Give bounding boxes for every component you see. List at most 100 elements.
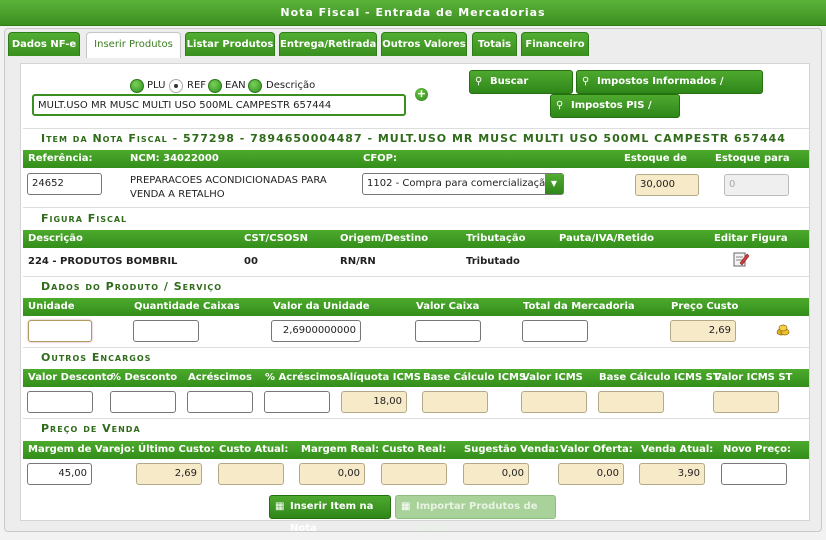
figura-tributacao: Tributado — [466, 256, 520, 267]
total-mercadoria-input[interactable] — [522, 320, 588, 342]
estoque-de-header: Estoque de — [624, 153, 687, 164]
descricao-header: Descrição — [28, 233, 83, 244]
tab-inserir-produtos[interactable]: Inserir Produtos — [86, 32, 181, 58]
valor-desconto-input[interactable] — [27, 391, 93, 413]
add-icon[interactable]: + — [415, 88, 428, 101]
edit-icon[interactable] — [732, 250, 750, 268]
acrescimos-input[interactable] — [187, 391, 253, 413]
ultimo-custo-input: 2,69 — [136, 463, 202, 485]
tab-outros-valores[interactable]: Outros Valores — [381, 32, 467, 56]
produto-header: Unidade Quantidade Caixas Valor da Unida… — [23, 298, 809, 316]
search-input[interactable]: MULT.USO MR MUSC MULTI USO 500ML CAMPEST… — [32, 94, 406, 116]
tab-entrega-retirada[interactable]: Entrega/Retirada — [279, 32, 377, 56]
novo-preco-header: Novo Preço: — [723, 444, 791, 455]
perc-desconto-header: % Desconto — [111, 372, 178, 383]
pauta-header: Pauta/IVA/Retido — [559, 233, 654, 244]
estoque-de-input: 30,000 — [635, 174, 699, 196]
cfop-header: CFOP: — [363, 153, 397, 164]
radio-ref[interactable] — [169, 79, 183, 93]
base-icms-st-input — [598, 391, 664, 413]
chevron-down-icon: ▼ — [545, 174, 563, 194]
valor-unidade-input[interactable]: 2,6900000000 — [271, 320, 361, 342]
valor-caixa-input[interactable] — [415, 320, 481, 342]
encargos-header: Valor Desconto % Desconto Acréscimos % A… — [23, 369, 809, 387]
base-icms-header: Base Cálculo ICMS — [423, 372, 527, 383]
radio-plu[interactable] — [130, 79, 144, 93]
perc-acrescimos-input[interactable] — [264, 391, 330, 413]
valor-icms-header: Valor ICMS — [522, 372, 583, 383]
ncm-header: NCM: 34022000 — [130, 153, 219, 164]
impostos-button[interactable]: ⚲Impostos Informados / Calculados — [576, 70, 763, 109]
radio-ean[interactable] — [208, 79, 222, 93]
radio-ean-label: EAN — [225, 80, 246, 91]
base-icms-input — [422, 391, 488, 413]
buscar-produto-label: Buscar Produto — [490, 76, 536, 109]
tab-totais[interactable]: Totais — [472, 32, 517, 56]
qtd-caixas-header: Quantidade Caixas — [134, 301, 240, 312]
custo-atual-input — [218, 463, 284, 485]
valor-icms-st-header: Valor ICMS ST — [714, 372, 793, 383]
aliquota-icms-input: 18,00 — [341, 391, 407, 413]
margem-varejo-input[interactable]: 45,00 — [27, 463, 92, 485]
preco-header: Margem de Varejo: Último Custo: Custo At… — [23, 441, 809, 459]
origem-header: Origem/Destino — [340, 233, 429, 244]
custo-real-header: Custo Real: — [382, 444, 447, 455]
radio-plu-label: PLU — [147, 80, 166, 91]
ultimo-custo-header: Último Custo: — [138, 444, 215, 455]
perc-acrescimos-header: % Acréscimos — [265, 372, 343, 383]
valor-oferta-header: Valor Oferta: — [560, 444, 633, 455]
venda-atual-header: Venda Atual: — [641, 444, 714, 455]
content-panel: PLU REF EAN Descrição MULT.USO MR MUSC M… — [20, 63, 810, 534]
coins-icon[interactable] — [776, 324, 790, 336]
valor-desconto-header: Valor Desconto — [28, 372, 114, 383]
aliquota-icms-header: Alíquota ICMS — [342, 372, 421, 383]
search-icon: ⚲ — [475, 76, 483, 87]
preco-section-title: Preço de Venda — [23, 418, 809, 438]
valor-icms-input — [521, 391, 587, 413]
tab-listar-produtos[interactable]: Listar Produtos — [185, 32, 275, 56]
preco-custo-input: 2,69 — [670, 320, 736, 342]
estoque-para-input: 0 — [724, 174, 789, 196]
figura-cst: 00 — [244, 256, 258, 267]
buscar-produto-button[interactable]: ⚲ Buscar Produto — [469, 70, 573, 109]
tab-financeiro[interactable]: Financeiro — [521, 32, 589, 56]
editar-figura-header: Editar Figura — [714, 233, 788, 244]
venda-atual-input: 3,90 — [639, 463, 705, 485]
encargos-section-title: Outros Encargos — [23, 347, 809, 367]
pis-cofins-button[interactable]: ⚲Impostos PIS / Cofins — [550, 94, 680, 133]
preco-custo-header: Preço Custo — [671, 301, 739, 312]
tab-dados-nfe[interactable]: Dados NF-e — [8, 32, 80, 56]
acrescimos-header: Acréscimos — [188, 372, 252, 383]
perc-desconto-input[interactable] — [110, 391, 176, 413]
sugestao-venda-header: Sugestão Venda: — [464, 444, 560, 455]
valor-icms-st-input — [713, 391, 779, 413]
margem-varejo-header: Margem de Varejo: — [28, 444, 135, 455]
save-icon: ▦ — [401, 501, 411, 512]
inserir-item-button[interactable]: ▦ Inserir Item na Nota — [269, 495, 391, 534]
qtd-caixas-input[interactable] — [133, 320, 199, 342]
estoque-para-header: Estoque para — [715, 153, 790, 164]
custo-atual-header: Custo Atual: — [219, 444, 289, 455]
unidade-input[interactable] — [28, 320, 92, 342]
figura-section-title: Figura Fiscal — [23, 207, 809, 229]
custo-real-input — [381, 463, 447, 485]
produto-section-title: Dados do Produto / Serviço — [23, 276, 809, 296]
valor-caixa-header: Valor Caixa — [416, 301, 480, 312]
window-title: Nota Fiscal - Entrada de Mercadorias — [0, 0, 826, 26]
margem-real-header: Margem Real: — [301, 444, 380, 455]
margem-real-input: 0,00 — [299, 463, 365, 485]
cfop-value: 1102 - Compra para comercialização — [367, 178, 552, 189]
referencia-header: Referência: — [28, 153, 93, 164]
item-section-title: Item da Nota Fiscal - 577298 - 789465000… — [23, 128, 809, 148]
referencia-input[interactable]: 24652 — [27, 173, 102, 195]
importar-troca-button[interactable]: ▦ Importar Produtos de Troca — [395, 495, 556, 534]
radio-descricao[interactable] — [248, 79, 262, 93]
total-mercadoria-header: Total da Mercadoria — [523, 301, 635, 312]
cfop-select[interactable]: 1102 - Compra para comercialização ▼ — [362, 173, 564, 195]
item-header: Referência: NCM: 34022000 CFOP: Estoque … — [23, 150, 809, 168]
figura-origem: RN/RN — [340, 256, 376, 267]
save-icon: ▦ — [275, 501, 285, 512]
valor-unidade-header: Valor da Unidade — [273, 301, 370, 312]
novo-preco-input[interactable] — [721, 463, 787, 485]
figura-header: Descrição CST/CSOSN Origem/Destino Tribu… — [23, 230, 809, 248]
